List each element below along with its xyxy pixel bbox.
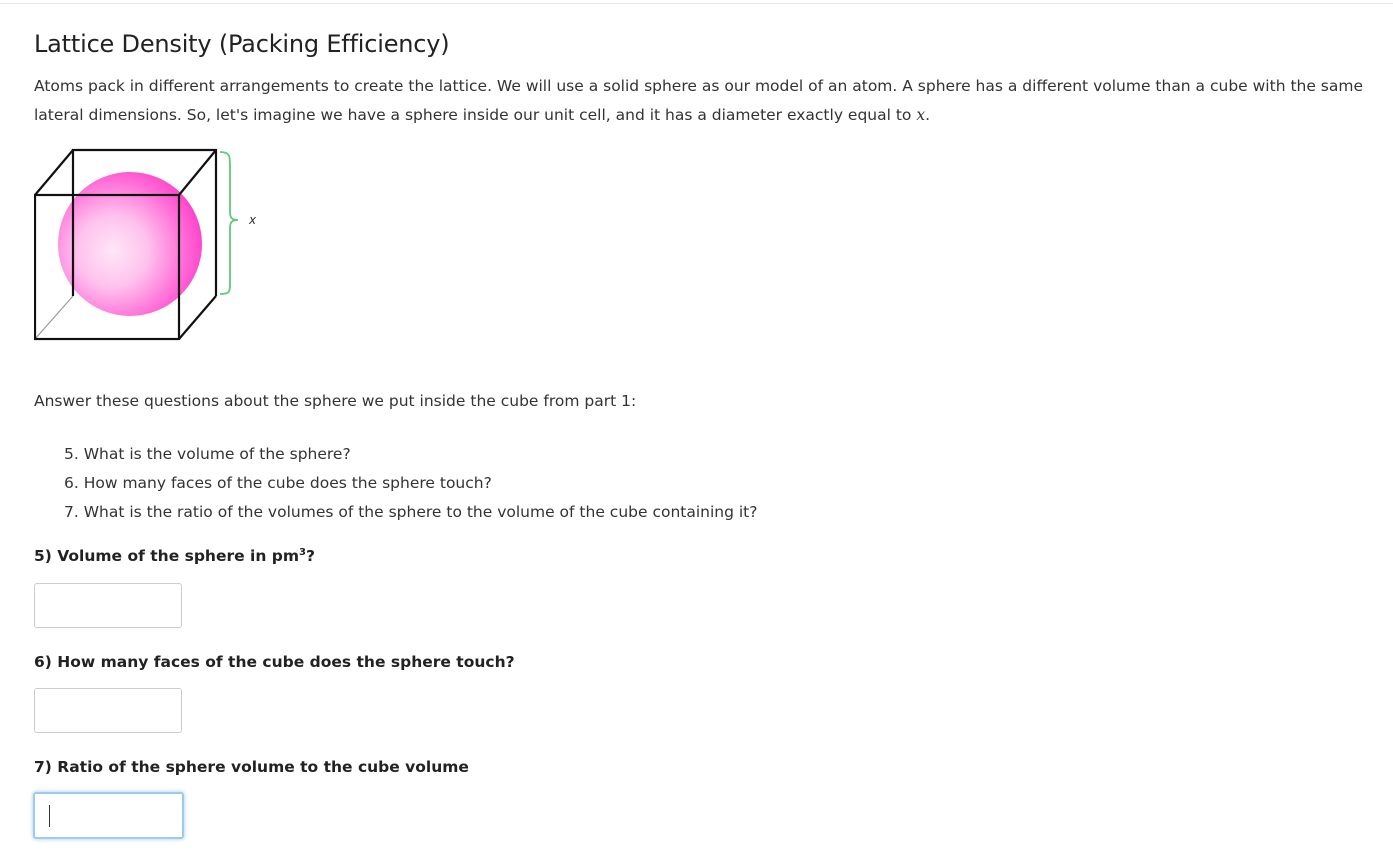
sphere-in-cube-figure: x (33, 146, 274, 346)
hidden-edge-diagonal (34, 295, 74, 340)
page-title: Lattice Density (Packing Efficiency) (34, 30, 450, 58)
text-caret (49, 805, 50, 827)
question-item: 6. How many faces of the cube does the s… (64, 474, 492, 492)
answer-input-7[interactable] (33, 792, 184, 839)
answer-label-6: 6) How many faces of the cube does the s… (34, 653, 515, 671)
cube-edge-top-left (34, 149, 74, 196)
cube-sphere-diagram: x (33, 148, 257, 341)
question-item: 5. What is the volume of the sphere? (64, 445, 351, 463)
cube-edge-bottom-right (178, 295, 217, 340)
dimension-brace (219, 151, 239, 295)
answer-label-5: 5) Volume of the sphere in pm3? (34, 547, 315, 566)
intro-variable: x (916, 106, 926, 124)
intro-end: . (925, 106, 931, 124)
questions-prompt: Answer these questions about the sphere … (34, 392, 637, 410)
question-item: 7. What is the ratio of the volumes of t… (64, 503, 758, 521)
answer-input-5[interactable] (34, 583, 182, 628)
top-divider (0, 0, 1393, 4)
answer-input-6[interactable] (34, 688, 182, 733)
main-content: Lattice Density (Packing Efficiency) Ato… (33, 28, 1374, 839)
intro-text: Atoms pack in different arrangements to … (34, 77, 1364, 124)
cube-edge-top-right (178, 149, 217, 196)
intro-paragraph: Atoms pack in different arrangements to … (34, 72, 1364, 130)
questions-list: 5. What is the volume of the sphere? 6. … (64, 440, 757, 527)
dimension-label: x (248, 213, 257, 227)
answer-label-7: 7) Ratio of the sphere volume to the cub… (34, 758, 469, 776)
